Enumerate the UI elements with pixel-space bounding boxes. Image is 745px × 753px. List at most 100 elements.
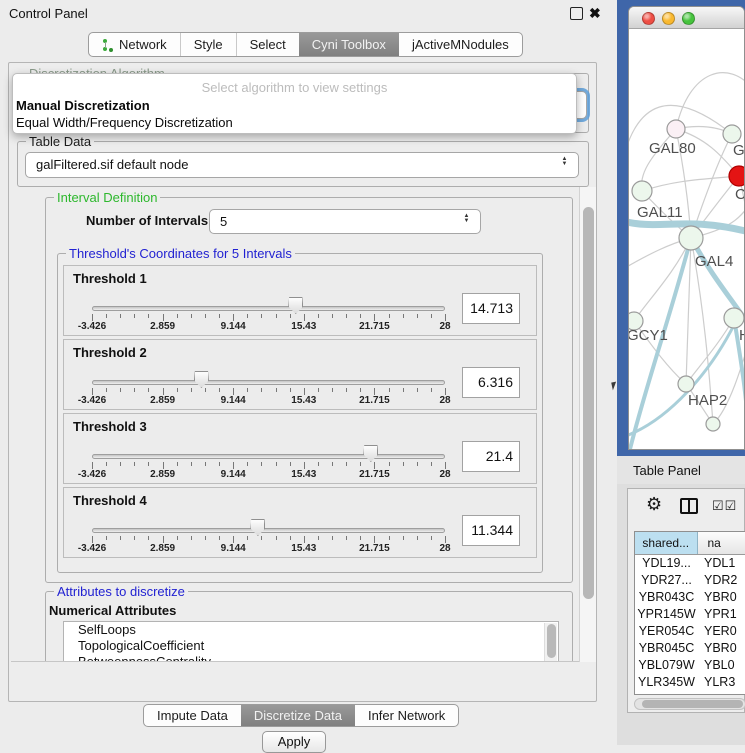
tab-network[interactable]: Network xyxy=(89,33,180,56)
tick-mark xyxy=(360,536,361,540)
network-node-hap2[interactable] xyxy=(678,376,694,392)
vertical-scrollbar[interactable] xyxy=(579,187,596,662)
number-of-intervals-label: Number of Intervals xyxy=(86,213,208,228)
attribute-item-selfloops[interactable]: SelfLoops xyxy=(64,622,558,638)
dropdown-option-manual-discretization[interactable]: Manual Discretization xyxy=(16,98,150,113)
table-row[interactable]: YDL19...YDL1 xyxy=(635,555,745,572)
network-node-gal4[interactable] xyxy=(679,226,703,250)
vertical-scrollbar-thumb[interactable] xyxy=(583,207,594,599)
number-of-intervals-combobox[interactable]: 5 ▲▼ xyxy=(209,209,481,234)
tab-select[interactable]: Select xyxy=(236,33,299,56)
attributes-listbox[interactable]: SelfLoopsTopologicalCoefficientBetweenne… xyxy=(63,621,559,662)
table-row[interactable]: YER054CYER0 xyxy=(635,623,745,640)
list-scrollbar[interactable] xyxy=(544,623,557,662)
columns-icon[interactable] xyxy=(680,498,698,514)
slider-thumb[interactable] xyxy=(250,519,265,536)
network-node-gal11[interactable] xyxy=(632,181,652,201)
network-canvas[interactable]: GAL80GACGAL11GAL4GCY1HHAP2 xyxy=(629,29,745,450)
tick-mark xyxy=(191,314,192,318)
float-window-icon[interactable] xyxy=(570,7,583,20)
network-node-h[interactable] xyxy=(724,308,744,328)
horizontal-scrollbar[interactable] xyxy=(634,698,745,710)
attributes-group-title: Attributes to discretize xyxy=(54,584,188,599)
tick-mark xyxy=(205,536,206,540)
table-cell: YBR0 xyxy=(698,640,745,657)
tick-label: 21.715 xyxy=(344,321,404,332)
tab-jactivemnodules[interactable]: jActiveMNodules xyxy=(399,33,522,56)
table-row[interactable]: YBL079WYBL0 xyxy=(635,657,745,674)
tick-mark xyxy=(148,388,149,392)
table-row[interactable]: YBR043CYBR0 xyxy=(635,589,745,606)
slider-track[interactable] xyxy=(92,454,445,459)
network-edge xyxy=(642,176,739,191)
tab-cyni-toolbox[interactable]: Cyni Toolbox xyxy=(299,33,399,56)
slider-track[interactable] xyxy=(92,306,445,311)
tick-mark xyxy=(374,462,375,469)
tick-mark xyxy=(290,536,291,540)
tab-impute-data[interactable]: Impute Data xyxy=(144,705,241,726)
dropdown-option-equal-width-frequency-discretization[interactable]: Equal Width/Frequency Discretization xyxy=(16,115,233,130)
threshold-value-field[interactable]: 6.316 xyxy=(462,367,520,398)
tick-mark xyxy=(92,536,93,543)
table-row[interactable]: YLR345WYLR3 xyxy=(635,674,745,691)
table-cell: YDR2 xyxy=(698,572,745,589)
minimize-traffic-light-icon[interactable] xyxy=(662,12,675,25)
checkboxes-icon[interactable]: ☑☑ xyxy=(712,498,737,514)
slider-track[interactable] xyxy=(92,380,445,385)
attribute-item-topologicalcoefficient[interactable]: TopologicalCoefficient xyxy=(64,638,558,654)
tick-mark xyxy=(389,536,390,540)
threshold-value-field[interactable]: 21.4 xyxy=(462,441,520,472)
tick-label: 9.144 xyxy=(203,321,263,332)
tick-label: 2.859 xyxy=(133,543,193,554)
tick-mark xyxy=(247,462,248,466)
tick-mark xyxy=(134,536,135,540)
attribute-item-betweennesscentrality[interactable]: BetweennessCentrality xyxy=(64,654,558,662)
table-cell: YPR145W xyxy=(635,606,698,623)
threshold-value-field[interactable]: 11.344 xyxy=(462,515,520,546)
tick-mark xyxy=(346,388,347,392)
column-header-shared-[interactable]: shared... xyxy=(635,532,698,554)
table-row[interactable]: YPR145WYPR1 xyxy=(635,606,745,623)
slider-thumb[interactable] xyxy=(363,445,378,462)
tick-mark xyxy=(134,388,135,392)
table-row[interactable]: YIL052CYIL0 xyxy=(635,691,745,695)
network-node-ga[interactable] xyxy=(723,125,741,143)
zoom-traffic-light-icon[interactable] xyxy=(682,12,695,25)
apply-button[interactable]: Apply xyxy=(262,731,326,753)
tick-mark xyxy=(360,462,361,466)
table-data-combobox[interactable]: galFiltered.sif default node ▲▼ xyxy=(25,152,579,178)
list-scrollbar-thumb[interactable] xyxy=(547,624,556,658)
tick-mark xyxy=(163,314,164,321)
settings-scroll-area: Interval Definition Number of Intervals … xyxy=(11,187,579,662)
table-row[interactable]: YBR045CYBR0 xyxy=(635,640,745,657)
table-row[interactable]: YDR27...YDR2 xyxy=(635,572,745,589)
network-node-gal80[interactable] xyxy=(667,120,685,138)
slider-thumb[interactable] xyxy=(288,297,303,314)
horizontal-scrollbar-thumb[interactable] xyxy=(642,700,743,708)
table-panel: ⚙ ☑☑ shared...na YDL19...YDL1YDR27...YDR… xyxy=(627,488,745,713)
tick-mark xyxy=(106,536,107,540)
tick-mark xyxy=(290,314,291,318)
threshold-value-field[interactable]: 14.713 xyxy=(462,293,520,324)
network-node-c[interactable] xyxy=(729,166,745,186)
slider-track[interactable] xyxy=(92,528,445,533)
tick-mark xyxy=(417,536,418,540)
tick-mark xyxy=(148,314,149,318)
gear-icon[interactable]: ⚙ xyxy=(646,494,662,515)
tick-mark xyxy=(445,388,446,395)
tick-mark xyxy=(219,388,220,392)
tick-label: -3.426 xyxy=(62,395,122,406)
close-traffic-light-icon[interactable] xyxy=(642,12,655,25)
table-cell: YDL19... xyxy=(635,555,698,572)
tick-label: 2.859 xyxy=(133,321,193,332)
tick-mark xyxy=(233,388,234,395)
tab-infer-network[interactable]: Infer Network xyxy=(355,705,458,726)
column-header-na[interactable]: na xyxy=(698,532,745,554)
close-icon[interactable]: ✖ xyxy=(589,5,601,22)
slider-thumb[interactable] xyxy=(194,371,209,388)
tab-style[interactable]: Style xyxy=(180,33,236,56)
network-node[interactable] xyxy=(706,417,720,431)
tab-discretize-data[interactable]: Discretize Data xyxy=(241,705,355,726)
table-rows: YDL19...YDL1YDR27...YDR2YBR043CYBR0YPR14… xyxy=(635,555,745,695)
tick-mark xyxy=(290,388,291,392)
